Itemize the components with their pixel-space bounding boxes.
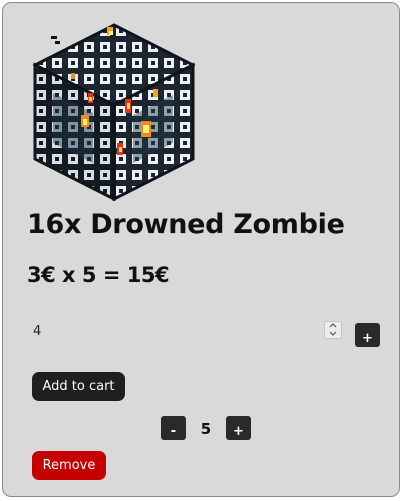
decrease-quantity-button[interactable]: - bbox=[161, 416, 186, 440]
number-spinner[interactable] bbox=[324, 321, 342, 339]
cart-item-card: 16x Drowned Zombie 3€ x 5 = 15€ + Add to… bbox=[2, 2, 400, 497]
increment-button[interactable]: + bbox=[355, 323, 380, 347]
plus-icon: + bbox=[233, 424, 244, 439]
quantity-input[interactable] bbox=[29, 319, 345, 343]
price-line: 3€ x 5 = 15€ bbox=[27, 263, 170, 287]
plus-icon: + bbox=[362, 331, 373, 346]
spinner-up-icon[interactable] bbox=[325, 322, 341, 330]
spinner-down-icon[interactable] bbox=[325, 330, 341, 338]
remove-button[interactable]: Remove bbox=[32, 451, 106, 480]
mob-spawner-cube-icon bbox=[31, 23, 197, 202]
quantity-value: 5 bbox=[200, 420, 212, 438]
add-to-cart-button[interactable]: Add to cart bbox=[32, 372, 125, 401]
increase-quantity-button[interactable]: + bbox=[226, 416, 251, 440]
minus-icon: - bbox=[170, 424, 177, 439]
product-title: 16x Drowned Zombie bbox=[27, 209, 345, 240]
